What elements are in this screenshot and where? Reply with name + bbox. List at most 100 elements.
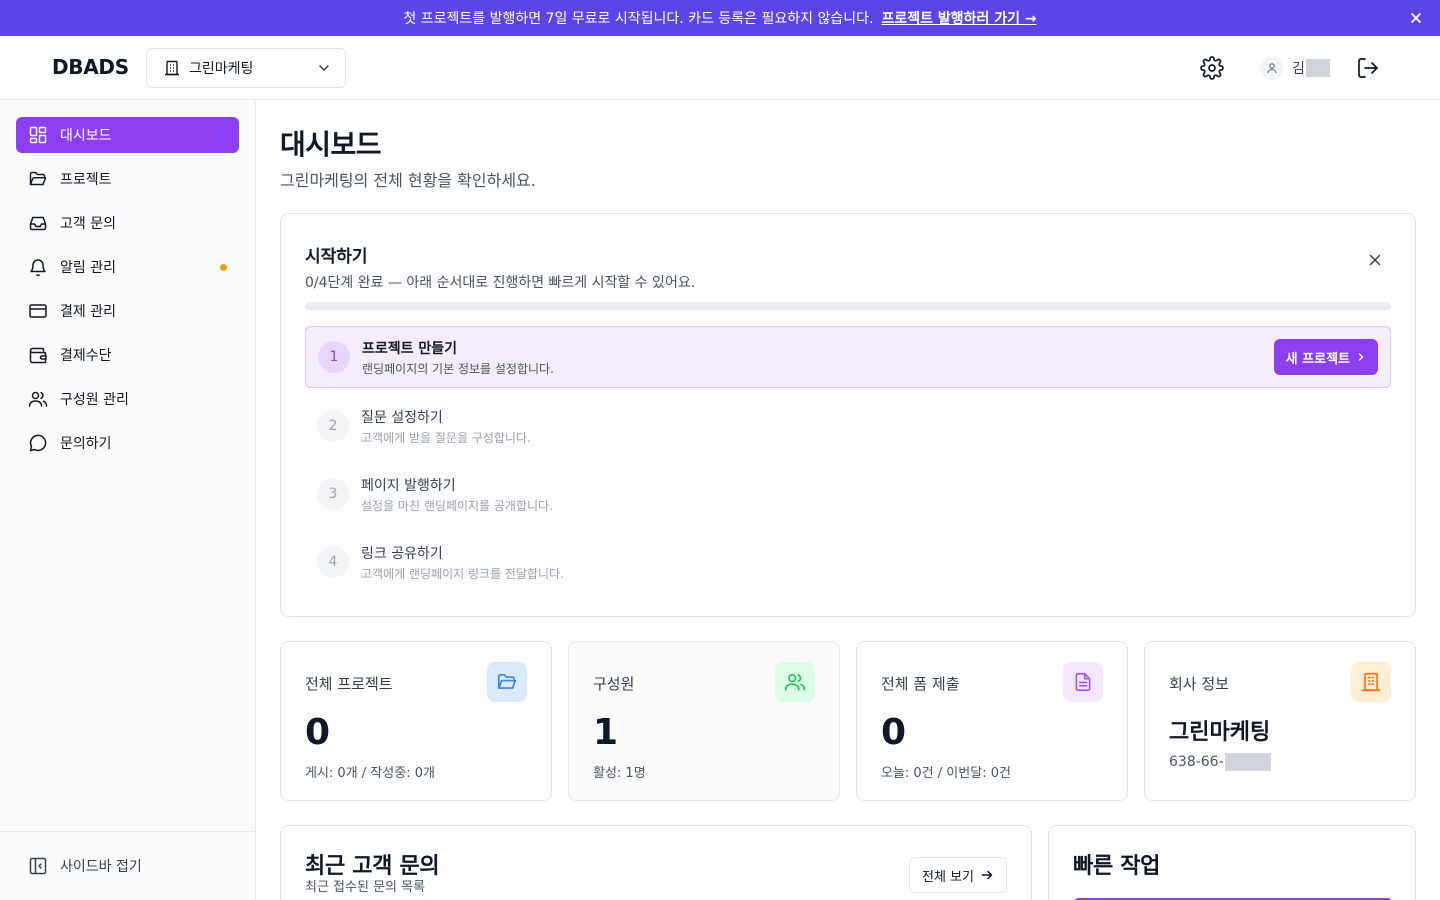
wallet-icon <box>28 345 48 365</box>
sidebar-item-label: 대시보드 <box>60 128 112 144</box>
step-title: 링크 공유하기 <box>361 545 443 562</box>
page-subtitle: 그린마케팅의 전체 현황을 확인하세요. <box>280 171 536 190</box>
announcement-banner: 첫 프로젝트를 발행하면 7일 무료로 시작됩니다. 카드 등록은 필요하지 않… <box>0 0 1440 36</box>
stat-label: 회사 정보 <box>1169 675 1229 693</box>
stat-card-members[interactable]: 구성원 1 활성: 1명 <box>568 641 840 801</box>
new-project-button[interactable]: 새 프로젝트 <box>1273 339 1378 375</box>
sidebar-item-projects[interactable]: 프로젝트 <box>16 161 239 197</box>
quick-actions-title: 빠른 작업 <box>1073 854 1161 879</box>
step-description: 고객에게 받을 질문을 구성합니다. <box>361 430 531 445</box>
step-share-link[interactable]: 4 링크 공유하기 고객에게 랜딩페이지 링크를 전달합니다. <box>305 531 1391 593</box>
step-description: 설정을 마친 랜딩페이지를 공개합니다. <box>361 498 553 513</box>
step-number: 1 <box>318 341 350 373</box>
view-all-label: 전체 보기 <box>922 869 974 885</box>
quick-actions-card: 빠른 작업 <box>1048 825 1416 900</box>
notification-dot <box>220 264 227 271</box>
sidebar-item-notifications[interactable]: 알림 관리 <box>16 249 239 285</box>
chevron-right-icon <box>1350 352 1366 362</box>
sidebar-footer: 사이드바 접기 <box>0 831 255 900</box>
stat-sub: 활성: 1명 <box>593 766 646 781</box>
step-title: 프로젝트 만들기 <box>362 340 458 357</box>
arrow-right-icon <box>974 868 994 882</box>
user-menu[interactable]: 김 <box>1260 56 1330 80</box>
view-all-button[interactable]: 전체 보기 <box>909 857 1007 893</box>
stat-value: 1 <box>593 712 619 753</box>
bell-icon <box>28 257 48 277</box>
sidebar-item-contact[interactable]: 문의하기 <box>16 425 239 461</box>
main-content: 대시보드 그린마케팅의 전체 현황을 확인하세요. 시작하기 0/4단계 완료 … <box>256 101 1440 900</box>
collapse-sidebar-button[interactable]: 사이드바 접기 <box>28 856 142 876</box>
building-icon <box>1351 662 1391 702</box>
credit-card-icon <box>28 301 48 321</box>
step-set-questions[interactable]: 2 질문 설정하기 고객에게 받을 질문을 구성합니다. <box>305 395 1391 457</box>
app-logo[interactable]: DBADS <box>52 55 129 79</box>
stat-value: 0 <box>881 712 907 753</box>
logout-icon[interactable] <box>1356 56 1380 80</box>
banner-text: 첫 프로젝트를 발행하면 7일 무료로 시작됩니다. 카드 등록은 필요하지 않… <box>403 11 874 27</box>
user-avatar-icon <box>1260 56 1284 80</box>
folder-open-icon <box>487 662 527 702</box>
close-icon[interactable] <box>1367 252 1383 268</box>
inbox-icon <box>28 213 48 233</box>
recent-inquiries-card: 최근 고객 문의 최근 접수된 문의 목록 전체 보기 <box>280 825 1032 900</box>
stat-card-company-info[interactable]: 회사 정보 그린마케팅 638-66- <box>1144 641 1416 801</box>
stat-sub: 오늘: 0건 / 이번달: 0건 <box>881 766 1011 781</box>
sidebar: 대시보드 프로젝트 고객 문의 알림 관리 결제 관리 결제수단 구성원 관리 … <box>0 101 256 900</box>
getting-started-card: 시작하기 0/4단계 완료 — 아래 순서대로 진행하면 빠르게 시작할 수 있… <box>280 213 1416 617</box>
step-publish-page[interactable]: 3 페이지 발행하기 설정을 마친 랜딩페이지를 공개합니다. <box>305 463 1391 525</box>
sidebar-item-billing[interactable]: 결제 관리 <box>16 293 239 329</box>
sidebar-item-payment-methods[interactable]: 결제수단 <box>16 337 239 373</box>
sidebar-item-label: 고객 문의 <box>60 216 116 232</box>
business-number-redacted <box>1224 753 1271 771</box>
sidebar-item-label: 구성원 관리 <box>60 392 129 408</box>
step-number: 3 <box>317 478 349 510</box>
getting-started-progress-bar <box>305 302 1391 310</box>
sidebar-collapse-icon <box>28 856 48 876</box>
message-icon <box>28 433 48 453</box>
sidebar-item-members[interactable]: 구성원 관리 <box>16 381 239 417</box>
step-number: 4 <box>317 546 349 578</box>
user-name-redacted <box>1305 59 1330 77</box>
folder-icon <box>28 169 48 189</box>
stat-label: 전체 프로젝트 <box>305 675 393 693</box>
settings-gear-icon[interactable] <box>1200 56 1224 80</box>
banner-publish-link[interactable]: 프로젝트 발행하러 가기 → <box>881 8 1036 28</box>
company-select[interactable]: 그린마케팅 <box>146 48 346 88</box>
sidebar-item-label: 프로젝트 <box>60 172 112 188</box>
step-title: 페이지 발행하기 <box>361 477 456 494</box>
sidebar-item-inquiries[interactable]: 고객 문의 <box>16 205 239 241</box>
step-number: 2 <box>317 410 349 442</box>
document-icon <box>1063 662 1103 702</box>
users-icon <box>775 662 815 702</box>
step-create-project[interactable]: 1 프로젝트 만들기 랜딩페이지의 기본 정보를 설정합니다. 새 프로젝트 <box>305 326 1391 388</box>
stat-label: 구성원 <box>593 675 635 693</box>
users-icon <box>28 389 48 409</box>
sidebar-item-dashboard[interactable]: 대시보드 <box>16 117 239 153</box>
company-name: 그린마케팅 <box>1169 720 1271 745</box>
business-number-value: 638-66- <box>1169 754 1224 770</box>
banner-close-icon[interactable] <box>1408 10 1424 26</box>
sidebar-item-label: 결제수단 <box>60 348 112 364</box>
sidebar-item-label: 알림 관리 <box>60 260 116 276</box>
user-name: 김 <box>1292 61 1305 77</box>
top-header: DBADS 그린마케팅 김 <box>0 36 1440 100</box>
collapse-sidebar-label: 사이드바 접기 <box>60 859 142 875</box>
getting-started-title: 시작하기 <box>305 247 368 267</box>
company-select-value: 그린마케팅 <box>189 61 254 77</box>
getting-started-description: 0/4단계 완료 — 아래 순서대로 진행하면 빠르게 시작할 수 있어요. <box>305 275 696 291</box>
step-description: 랜딩페이지의 기본 정보를 설정합니다. <box>362 361 554 376</box>
business-number: 638-66- <box>1169 753 1271 771</box>
step-description: 고객에게 랜딩페이지 링크를 전달합니다. <box>361 566 564 581</box>
recent-inquiries-subtitle: 최근 접수된 문의 목록 <box>305 880 426 895</box>
stat-label: 전체 폼 제출 <box>881 675 960 693</box>
stat-card-projects[interactable]: 전체 프로젝트 0 게시: 0개 / 작성중: 0개 <box>280 641 552 801</box>
stat-sub: 게시: 0개 / 작성중: 0개 <box>305 766 435 781</box>
stat-card-form-submissions[interactable]: 전체 폼 제출 0 오늘: 0건 / 이번달: 0건 <box>856 641 1128 801</box>
dashboard-icon <box>28 125 48 145</box>
sidebar-item-label: 문의하기 <box>60 436 112 452</box>
page-title: 대시보드 <box>280 128 382 161</box>
step-title: 질문 설정하기 <box>361 409 443 426</box>
building-icon <box>163 59 181 77</box>
new-project-button-label: 새 프로젝트 <box>1285 351 1350 367</box>
sidebar-item-label: 결제 관리 <box>60 304 116 320</box>
